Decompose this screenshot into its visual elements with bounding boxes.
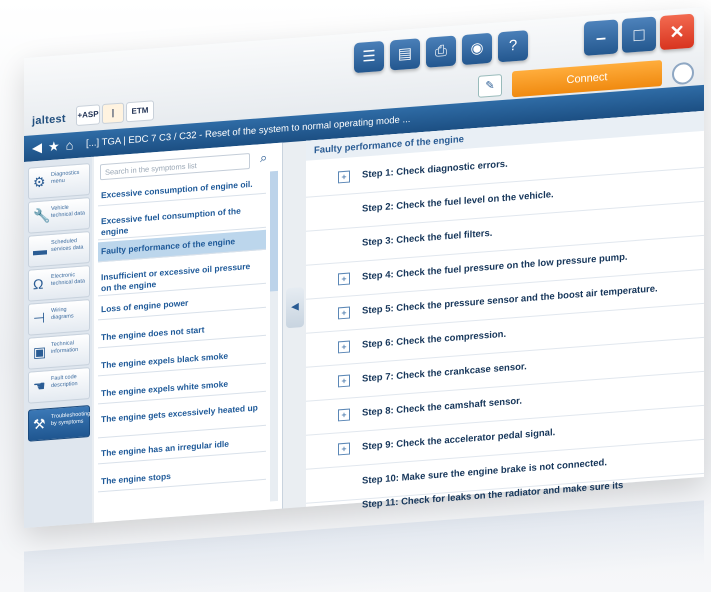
steps-panel: Faulty performance of the engine + Step …: [306, 110, 704, 511]
step-text: Step 2: Check the fuel level on the vehi…: [362, 189, 554, 215]
edit-icon[interactable]: ✎: [478, 74, 502, 98]
sidebar: ⚙ Diagnostics menu 🔧 Vehicle technical d…: [24, 156, 92, 528]
printer-icon[interactable]: ⎙: [426, 35, 456, 68]
step-text: Step 1: Check diagnostic errors.: [362, 158, 508, 181]
camera-icon[interactable]: ◉: [462, 32, 492, 66]
symptoms-scrollbar[interactable]: [270, 170, 278, 502]
sidebar-item-services[interactable]: ▬ Scheduled services data: [28, 231, 90, 268]
sidebar-item-label: Vehicle technical data: [51, 204, 85, 219]
nav-buttons[interactable]: ◀★⌂: [32, 137, 80, 157]
expand-icon[interactable]: +: [338, 306, 350, 320]
thermometer-icon[interactable]: ❘: [102, 102, 124, 125]
sidebar-item-label: Electronic technical data: [51, 272, 85, 287]
service-icon: ▬: [33, 241, 47, 259]
back-icon[interactable]: ◀: [32, 139, 48, 155]
symptoms-list-pane: Search in the symptoms list ⌕ Excessive …: [94, 142, 283, 523]
minimize-button[interactable]: –: [584, 19, 618, 56]
step-text: Step 8: Check the camshaft sensor.: [362, 395, 522, 419]
sidebar-item-technical-info[interactable]: ▣ Technical information: [28, 333, 90, 370]
search-icon[interactable]: ⌕: [260, 150, 267, 167]
sidebar-item-vehicle-data[interactable]: 🔧 Vehicle technical data: [28, 197, 90, 234]
list-icon[interactable]: ☰: [354, 40, 384, 74]
sidebar-item-electronic-data[interactable]: Ω Electronic technical data: [28, 265, 90, 302]
sidebar-item-label: Technical information: [51, 340, 79, 355]
scrollbar-thumb[interactable]: [270, 170, 278, 292]
sidebar-item-troubleshooting[interactable]: ⚒ Troubleshooting by symptoms: [28, 405, 90, 442]
diagnostics-icon: ⚙: [33, 173, 46, 191]
book-icon: ▣: [33, 343, 47, 361]
settings-icon[interactable]: [672, 61, 694, 86]
expand-icon[interactable]: +: [338, 408, 350, 422]
sidebar-item-fault-codes[interactable]: ☚ Fault code description: [28, 367, 90, 404]
ohm-icon: Ω: [33, 275, 44, 293]
expand-icon[interactable]: +: [338, 340, 350, 354]
troubleshoot-icon: ⚒: [33, 415, 46, 433]
sidebar-item-wiring[interactable]: ⊣ Wiring diagrams: [28, 299, 90, 336]
sidebar-item-label: Wiring diagrams: [51, 306, 74, 321]
expand-icon[interactable]: +: [338, 170, 350, 184]
screenshot-stage: ☰ ▤ ⎙ ◉ ? – □ ✕ jaltest +ASP ❘ ETM ✎ Con…: [0, 0, 711, 592]
wrench-icon: 🔧: [33, 207, 51, 225]
sidebar-item-label: Fault code description: [51, 374, 78, 389]
tab-asp[interactable]: +ASP: [76, 104, 100, 127]
symptom-item[interactable]: The engine expels black smoke: [98, 343, 266, 377]
sidebar-item-diagnostics[interactable]: ⚙ Diagnostics menu: [28, 163, 90, 200]
maximize-button[interactable]: □: [622, 16, 656, 54]
expand-icon[interactable]: +: [338, 272, 350, 286]
app-window: ☰ ▤ ⎙ ◉ ? – □ ✕ jaltest +ASP ❘ ETM ✎ Con…: [24, 6, 704, 528]
symptom-item[interactable]: The engine has an irregular idle: [98, 431, 266, 465]
favorite-icon[interactable]: ★: [48, 138, 66, 154]
help-icon[interactable]: ?: [498, 30, 528, 63]
symptom-item[interactable]: The engine gets excessively heated up: [98, 397, 266, 439]
home-icon[interactable]: ⌂: [66, 137, 80, 153]
tab-etm[interactable]: ETM: [126, 100, 154, 123]
wiring-icon: ⊣: [33, 309, 46, 327]
expand-icon[interactable]: +: [338, 442, 350, 456]
collapse-panel-button[interactable]: ◀: [286, 286, 304, 329]
sidebar-item-label: Diagnostics menu: [51, 169, 80, 185]
app-logo: jaltest: [32, 112, 66, 128]
symptom-item[interactable]: The engine stops: [98, 459, 266, 493]
hand-icon: ☚: [33, 377, 46, 395]
sidebar-item-label: Scheduled services data: [51, 238, 84, 253]
symptom-item[interactable]: The engine does not start: [98, 315, 266, 349]
step-text: Step 3: Check the fuel filters.: [362, 227, 493, 249]
step-text: Step 7: Check the crankcase sensor.: [362, 361, 527, 385]
step-text: Step 6: Check the compression.: [362, 328, 507, 351]
step-text: Step 9: Check the accelerator pedal sign…: [362, 427, 556, 453]
clipboard-icon[interactable]: ▤: [390, 38, 420, 71]
expand-icon[interactable]: +: [338, 374, 350, 388]
close-button[interactable]: ✕: [660, 13, 694, 51]
sidebar-item-label: Troubleshooting by symptoms: [51, 411, 91, 427]
